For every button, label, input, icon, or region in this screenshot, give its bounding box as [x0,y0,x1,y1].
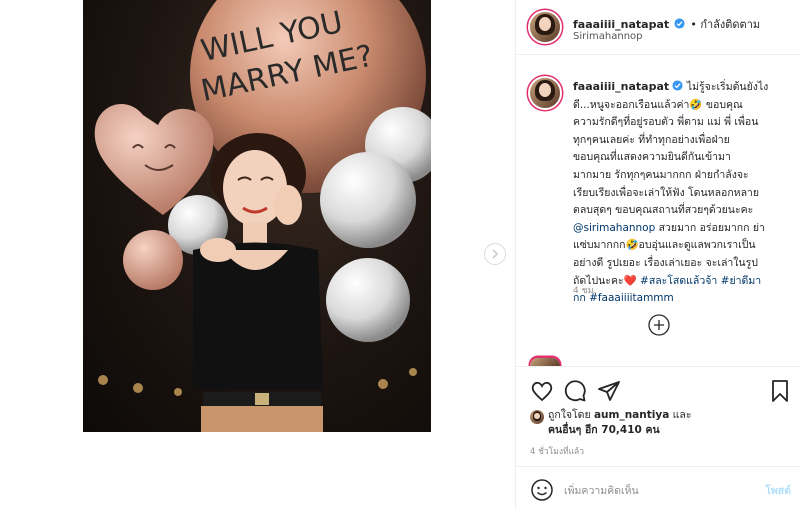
others-link[interactable]: คนอื่นๆ อีก 70,410 คน [548,424,660,436]
like-heart-icon[interactable] [530,379,554,403]
caption-username[interactable]: faaaiiii_natapat [573,80,669,93]
caption-line: ความรักดีๆที่อยู่รอบตัว พี่ตาม แม่ พี่ เ… [573,116,759,129]
add-comment-input[interactable]: เพิ่มความคิดเห็น [564,482,639,499]
caption-timestamp[interactable]: 4 ชม. [573,283,597,297]
emoji-smiley-icon[interactable] [530,478,554,502]
hashtag-link[interactable]: #สละโสดแล้วจ้า [640,275,717,287]
post-header: faaaiiii_natapat • กำลังติดตาม Sirimahan… [516,0,800,55]
liked-by-prefix: ถูกใจโดย [548,409,591,421]
caption-line: ขอบคุณที่แสดงความยินดีกันเข้ามา [573,151,731,164]
caption-line: มากมาย รักทุกๆคนมากกก ฝ่ายกำลังจะ [573,168,749,181]
post-comment-button[interactable]: โพสต์ [765,482,791,499]
caption-line: เรียบเรียงเพื่อจะเล่าให้ฟัง โดนหลอกหลาย [573,186,760,199]
post-age[interactable]: 4 ชั่วโมงที่แล้ว [530,444,584,458]
caption-line: สวยมาก อร่อยมากก ย่า [655,221,765,234]
hashtag-link[interactable]: #faaaiiiitammm [589,292,674,304]
post-photo[interactable]: WILL YOU MARRY ME? [83,0,431,432]
share-paper-plane-icon[interactable] [597,379,621,403]
liker-avatar[interactable] [530,410,544,424]
header-username[interactable]: faaaiiii_natapat [573,18,669,31]
likes-summary: ถูกใจโดย aum_nantiya และ คนอื่นๆ อีก 70,… [548,408,691,438]
caption-line: ไม่รู้จะเริ่มต้นยังไง [686,81,769,93]
author-avatar[interactable] [530,12,560,42]
post-caption: faaaiiii_natapat ไม่รู้จะเริ่มต้นยังไง ด… [573,78,791,308]
caption-line: ดี...หนูจะออกเรือนแล้วค่า🤣 ขอบคุณ [573,98,743,111]
liker-username[interactable]: aum_nantiya [594,409,669,421]
verified-badge-icon [672,80,684,91]
caption-avatar[interactable] [530,78,560,108]
comment-bar: เพิ่มความคิดเห็น โพสต์ [516,466,800,510]
load-more-comments-icon[interactable] [648,314,670,336]
comment-avatar-partial [530,358,560,366]
post-location[interactable]: Sirimahannop [573,31,643,42]
comment-bubble-icon[interactable] [563,379,587,403]
hashtag-link[interactable]: #ย่าดีมา [721,275,761,287]
header-user-line: faaaiiii_natapat • กำลังติดตาม [573,13,760,33]
mention-link[interactable]: @sirimahannop [573,222,655,234]
caption-line: แซ่บมากกก🤣อบอุ่นและดูแลพวกเราเป็น [573,239,756,252]
caption-line: ทุกๆคนเลยค่ะ ที่ทำทุกอย่างเพื่อฝ่าย [573,133,730,146]
caption-line: อย่างดี รูปเยอะ เรื่องเล่าเยอะ จะเล่าในร… [573,256,758,269]
following-status[interactable]: • กำลังติดตาม [690,18,760,31]
post-details-panel: faaaiiii_natapat • กำลังติดตาม Sirimahan… [515,0,800,510]
likes-and: และ [672,409,692,421]
photo-illustration: WILL YOU MARRY ME? [94,0,431,432]
action-bar [516,366,800,410]
save-bookmark-icon[interactable] [768,379,792,403]
caption-line: ตลบสุดๆ ขอบคุณสถานที่สวยๆด้วยนะคะ [573,204,754,217]
next-photo-button[interactable] [484,243,506,265]
chevron-right-icon [492,249,499,259]
verified-badge-icon [674,18,685,29]
